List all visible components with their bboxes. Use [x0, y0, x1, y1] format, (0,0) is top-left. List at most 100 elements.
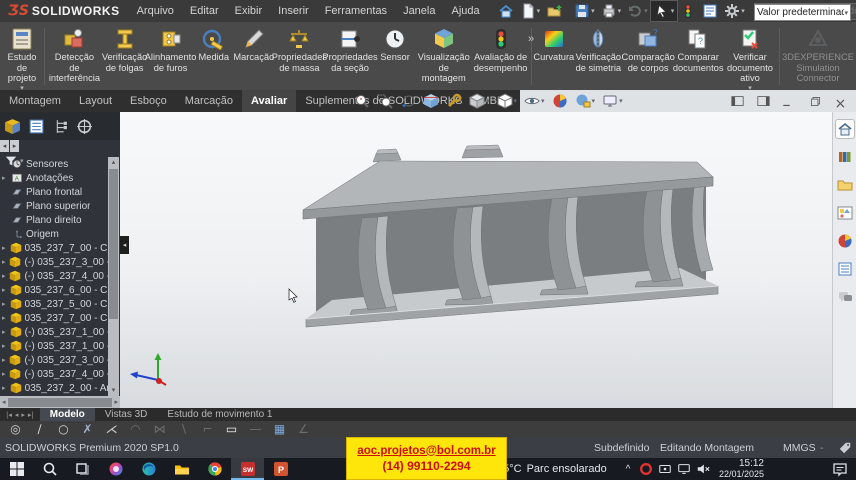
tree-item[interactable]: ▸ Plano superior [0, 199, 108, 213]
scroll-down-arrow[interactable]: ▾ [108, 385, 119, 396]
menu-item[interactable]: Inserir [271, 2, 316, 20]
sk-trim-icon[interactable]: ✗ [80, 422, 95, 437]
toolbar-button[interactable]: ▾ [495, 1, 517, 21]
taskpane-tab[interactable] [836, 232, 854, 250]
document-tab[interactable]: Estudo de movimento 1 [157, 408, 282, 421]
doc-window-button[interactable] [754, 93, 772, 109]
command-tab[interactable]: Esboço [121, 90, 176, 112]
menu-item[interactable]: Arquivo [130, 2, 181, 20]
tab-nav-arrow[interactable]: ▸| [28, 411, 34, 419]
toolbar-button[interactable]: ▾ [571, 1, 598, 21]
taskbar-app[interactable] [66, 458, 99, 480]
toolbar-button[interactable]: ▾ [721, 1, 748, 21]
tree-dimx-icon[interactable] [76, 118, 93, 135]
pager-left[interactable]: ◂ [0, 140, 9, 152]
taskpane-tab[interactable] [836, 204, 854, 222]
taskbar-app[interactable]: SW [231, 458, 264, 480]
tree-props-icon[interactable] [28, 118, 45, 135]
sk-rect-icon[interactable]: ▭ [224, 422, 239, 437]
taskbar-app[interactable] [99, 458, 132, 480]
tree-item[interactable]: ▸ Plano frontal [0, 185, 108, 199]
ribbon-button[interactable]: ? Comparação de corpos ▾ [623, 24, 674, 89]
sk-arc-icon[interactable]: ◠ [128, 422, 143, 437]
expand-caret[interactable]: ▸ [2, 244, 10, 252]
ribbon-button[interactable]: Propriedades da seção ▾ [325, 24, 375, 89]
expand-caret[interactable]: ▸ [2, 314, 10, 322]
tree-item[interactable]: ▸ 035_237_2_00 - Armil [0, 381, 108, 395]
command-tab[interactable]: Marcação [176, 90, 242, 112]
taskpane-tab[interactable] [836, 288, 854, 306]
tree-item[interactable]: ▸ 035_237_5_00 - Chap [0, 297, 108, 311]
sk-fillet-icon[interactable]: ⋌ [104, 422, 119, 437]
taskbar-clock[interactable]: 15:12 22/01/2025 [704, 459, 764, 479]
sk-circle-icon[interactable]: ◎ [8, 422, 23, 437]
tag-icon[interactable] [838, 441, 852, 455]
doc-window-button[interactable] [806, 93, 824, 109]
headsup-button[interactable]: ▾ [495, 92, 520, 110]
headsup-button[interactable]: ▾ [421, 92, 441, 110]
scroll-left-arrow[interactable]: ◂ [2, 398, 6, 406]
taskbar-app[interactable] [0, 458, 33, 480]
ribbon-button[interactable]: Detecção de interferência ▾ [47, 24, 102, 89]
ribbon-button[interactable]: Verificação de folgas ▾ [102, 24, 148, 89]
ribbon-button[interactable]: Avaliação de desempenho ▾ [472, 24, 528, 89]
scroll-up-arrow[interactable]: ▴ [108, 157, 119, 168]
pager-right[interactable]: ▸ [10, 140, 19, 152]
taskpane-tab[interactable] [836, 120, 854, 138]
expand-caret[interactable]: ▸ [2, 174, 11, 182]
tree-item[interactable]: ▸ (-) 035_237_3_00 - Ch [0, 255, 108, 269]
doc-window-button[interactable] [728, 93, 746, 109]
taskpane-tab[interactable] [836, 176, 854, 194]
ribbon-button[interactable]: Alinhamento de furos ▾ [147, 24, 193, 89]
ribbon-button[interactable]: Marcação ▾ [234, 24, 274, 89]
command-tab[interactable]: Avaliar [242, 90, 296, 112]
ribbon-button[interactable]: ▾ [44, 28, 45, 85]
toolbar-button[interactable]: ▾ [598, 1, 625, 21]
sk-slot-icon[interactable]: — [248, 422, 263, 437]
expand-caret[interactable]: ▸ [2, 384, 10, 392]
taskbar-app[interactable] [198, 458, 231, 480]
sk-angle-icon[interactable]: ∠ [296, 422, 311, 437]
headsup-button[interactable]: ▾ [375, 92, 395, 110]
taskbar-app[interactable] [165, 458, 198, 480]
headsup-button[interactable]: ▾ [522, 92, 547, 110]
toolbar-button[interactable]: ▾ [677, 1, 699, 21]
menu-item[interactable]: Ajuda [444, 2, 486, 20]
tree-vertical-scrollbar[interactable]: ▴ ▾ [108, 157, 119, 396]
command-tab[interactable]: Montagem [0, 90, 70, 112]
headsup-button[interactable]: ▾ [398, 92, 418, 110]
taskbar-app[interactable] [132, 458, 165, 480]
tree-item[interactable]: ▸ A Anotações [0, 171, 108, 185]
expand-caret[interactable]: ▸ [2, 328, 10, 336]
headsup-button[interactable]: ▾ [352, 92, 372, 110]
preset-value-dropdown[interactable]: Valor predeterminado ▾ [754, 4, 851, 21]
taskbar-app[interactable] [33, 458, 66, 480]
ribbon-overflow-chevron[interactable]: » [528, 33, 534, 45]
sk-corner-icon[interactable]: ⌐ [200, 422, 215, 437]
units-selector[interactable]: MMGS [783, 442, 816, 454]
tab-nav-arrow[interactable]: ▸ [21, 411, 25, 419]
tree-item[interactable]: ▸ 035_237_7_00 - Chap [0, 241, 108, 255]
doc-window-button[interactable]: × [832, 93, 850, 109]
toolbar-button[interactable]: ▾ [624, 1, 651, 21]
ribbon-button[interactable]: ▾ [779, 28, 780, 85]
tree-item[interactable]: ▸ (-) 035_237_1_00 - Ar [0, 339, 108, 353]
toolbar-button[interactable]: ▾ [543, 1, 565, 21]
toolbar-button[interactable]: ▾ [651, 1, 678, 21]
expand-caret[interactable]: ▸ [2, 342, 10, 350]
document-tab[interactable]: Modelo [40, 408, 95, 421]
command-tab[interactable]: Layout [70, 90, 121, 112]
tree-horizontal-scrollbar[interactable]: ◂ ▸ [0, 396, 120, 408]
ribbon-button[interactable]: Medida ▾ [194, 24, 234, 89]
menu-item[interactable]: Ferramentas [318, 2, 394, 20]
sk-mirror-icon[interactable]: ⋈ [152, 422, 167, 437]
expand-caret[interactable]: ▸ [2, 258, 9, 266]
menu-item[interactable]: Janela [396, 2, 442, 20]
toolbar-button[interactable]: ▾ [517, 1, 544, 21]
panel-collapse-handle[interactable]: ◂ [120, 236, 129, 254]
scrollbar-thumb[interactable] [8, 398, 113, 407]
tree-assembly-icon[interactable] [4, 118, 21, 135]
tree-item[interactable]: ▸ (-) 035_237_1_00 - Ar [0, 325, 108, 339]
scroll-right-arrow[interactable]: ▸ [114, 398, 118, 406]
toolbar-button[interactable]: ▾ [699, 1, 721, 21]
